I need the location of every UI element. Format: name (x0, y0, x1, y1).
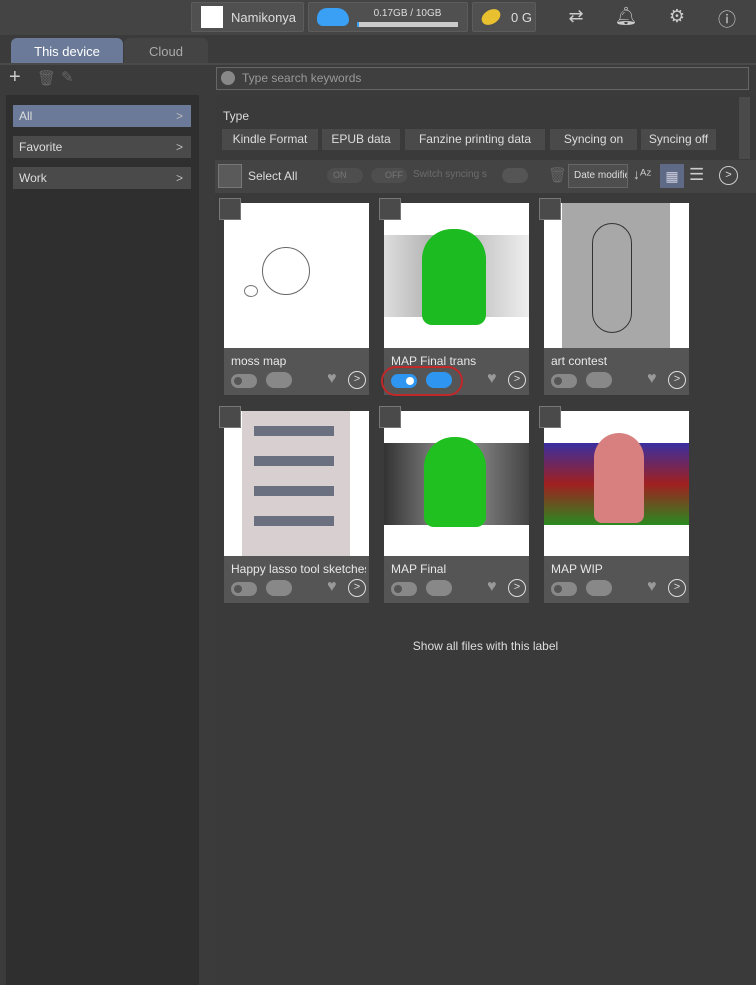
file-name: MAP Final (391, 562, 447, 576)
chevron-right-icon[interactable]: > (348, 371, 366, 389)
cloud-sync-icon[interactable] (586, 372, 612, 388)
list-view-icon[interactable]: ☰ (689, 165, 704, 185)
card-info: Happy lasso tool sketches and do ♥ > (224, 556, 369, 603)
pencil-icon[interactable]: ✎ (61, 68, 74, 86)
heart-icon[interactable]: ♥ (327, 370, 337, 388)
sync-toggle[interactable] (231, 374, 257, 388)
chevron-right-icon: > (175, 109, 183, 123)
cloud-sync-icon[interactable] (586, 580, 612, 596)
card-checkbox[interactable] (539, 198, 561, 220)
switch-sync-label: Switch syncing st (413, 169, 487, 180)
grid-view-icon[interactable]: ▦ (660, 164, 684, 188)
sync-toggle[interactable] (551, 582, 577, 596)
heart-icon[interactable]: ♥ (647, 370, 657, 388)
sort-dropdown[interactable]: Date modifie (568, 164, 628, 188)
tab-cloud[interactable]: Cloud (124, 38, 208, 64)
gear-icon[interactable]: ⚙ (665, 6, 689, 27)
card-info: art contest ♥ > (544, 348, 689, 395)
sync-on-button[interactable]: ON (327, 168, 363, 183)
sort-az-icon[interactable]: ↓ᴬᶻ (633, 166, 651, 182)
cloud-icon (317, 8, 349, 26)
storage-text: 0.17GB / 10GB (373, 7, 442, 19)
sidebar-item-favorite[interactable]: Favorite > (13, 136, 191, 158)
chip-kindle[interactable]: Kindle Format (222, 129, 318, 150)
file-card[interactable]: Happy lasso tool sketches and do ♥ > (219, 406, 369, 603)
file-card[interactable]: moss map ♥ > (219, 198, 369, 395)
chip-syncing-on[interactable]: Syncing on (550, 129, 637, 150)
storage-button[interactable]: 0.17GB / 10GB (308, 2, 468, 32)
thumbnail[interactable] (384, 411, 529, 556)
cloud-sync-icon[interactable] (502, 168, 528, 183)
card-checkbox[interactable] (219, 406, 241, 428)
thumbnail[interactable] (384, 203, 529, 348)
card-checkbox[interactable] (379, 198, 401, 220)
sync-toggle[interactable] (231, 582, 257, 596)
chevron-right-icon[interactable]: > (508, 579, 526, 597)
account-button[interactable]: Namikonya (191, 2, 304, 32)
storage-bar (357, 21, 458, 27)
file-name: moss map (231, 354, 287, 368)
sync-toggle[interactable] (551, 374, 577, 388)
file-card[interactable]: MAP WIP ♥ > (539, 406, 689, 603)
chip-syncing-off[interactable]: Syncing off (641, 129, 716, 150)
type-label: Type (223, 109, 250, 123)
chip-epub[interactable]: EPUB data (322, 129, 400, 150)
sidebar-item-all[interactable]: All > (13, 105, 191, 127)
file-card[interactable]: MAP Final ♥ > (379, 406, 529, 603)
chevron-right-icon[interactable]: > (508, 371, 526, 389)
heart-icon[interactable]: ♥ (487, 578, 497, 596)
coins-button[interactable]: 0 G (472, 2, 536, 32)
card-info: moss map ♥ > (224, 348, 369, 395)
coins-value: 0 G (511, 9, 532, 25)
card-info: MAP Final ♥ > (384, 556, 529, 603)
username: Namikonya (231, 9, 297, 25)
sidebar-item-work[interactable]: Work > (13, 167, 191, 189)
cloud-sync-icon[interactable] (266, 372, 292, 388)
red-annotation-circle (381, 366, 463, 396)
search-input[interactable]: Type search keywords (216, 67, 749, 90)
help-icon[interactable]: ⓘ (715, 6, 739, 32)
file-card[interactable]: art contest ♥ > (539, 198, 689, 395)
chip-fanzine[interactable]: Fanzine printing data (405, 129, 545, 150)
select-all-checkbox[interactable] (218, 164, 242, 188)
file-name: MAP WIP (551, 562, 603, 576)
chevron-right-icon: > (175, 171, 183, 185)
card-checkbox[interactable] (539, 406, 561, 428)
chevron-right-icon[interactable]: > (668, 579, 686, 597)
heart-icon[interactable]: ♥ (327, 578, 337, 596)
trash-icon[interactable]: 🗑︎ (37, 69, 56, 87)
heart-icon[interactable]: ♥ (647, 578, 657, 596)
tab-this-device[interactable]: This device (11, 38, 123, 64)
bell-icon[interactable]: 🔔︎ (614, 6, 638, 27)
thumbnail[interactable] (544, 203, 689, 348)
card-checkbox[interactable] (219, 198, 241, 220)
avatar (201, 6, 223, 28)
chevron-right-icon[interactable]: > (719, 166, 738, 185)
select-all-label: Select All (248, 169, 298, 183)
file-name: Happy lasso tool sketches and do (231, 562, 366, 576)
sync-off-button[interactable]: OFF (371, 168, 407, 183)
add-icon[interactable]: + (9, 66, 21, 89)
heart-icon[interactable]: ♥ (487, 370, 497, 388)
type-scrollbar[interactable] (739, 97, 750, 159)
tab-divider (0, 63, 756, 65)
search-icon (221, 71, 235, 85)
sidebar (6, 95, 199, 985)
chevron-right-icon[interactable]: > (668, 371, 686, 389)
card-info: MAP WIP ♥ > (544, 556, 689, 603)
thumbnail[interactable] (224, 203, 369, 348)
thumbnail[interactable] (544, 411, 689, 556)
sync-arrows-icon[interactable]: ⇄ (564, 6, 588, 27)
cloud-sync-icon[interactable] (266, 580, 292, 596)
chevron-right-icon: > (175, 140, 183, 154)
thumbnail[interactable] (224, 411, 369, 556)
sync-toggle[interactable] (391, 582, 417, 596)
file-name: art contest (551, 354, 608, 368)
trash-icon[interactable]: 🗑︎ (548, 166, 567, 184)
coin-icon (478, 5, 504, 29)
card-checkbox[interactable] (379, 406, 401, 428)
chevron-right-icon[interactable]: > (348, 579, 366, 597)
cloud-sync-icon[interactable] (426, 580, 452, 596)
show-all-link[interactable]: Show all files with this label (0, 639, 756, 653)
